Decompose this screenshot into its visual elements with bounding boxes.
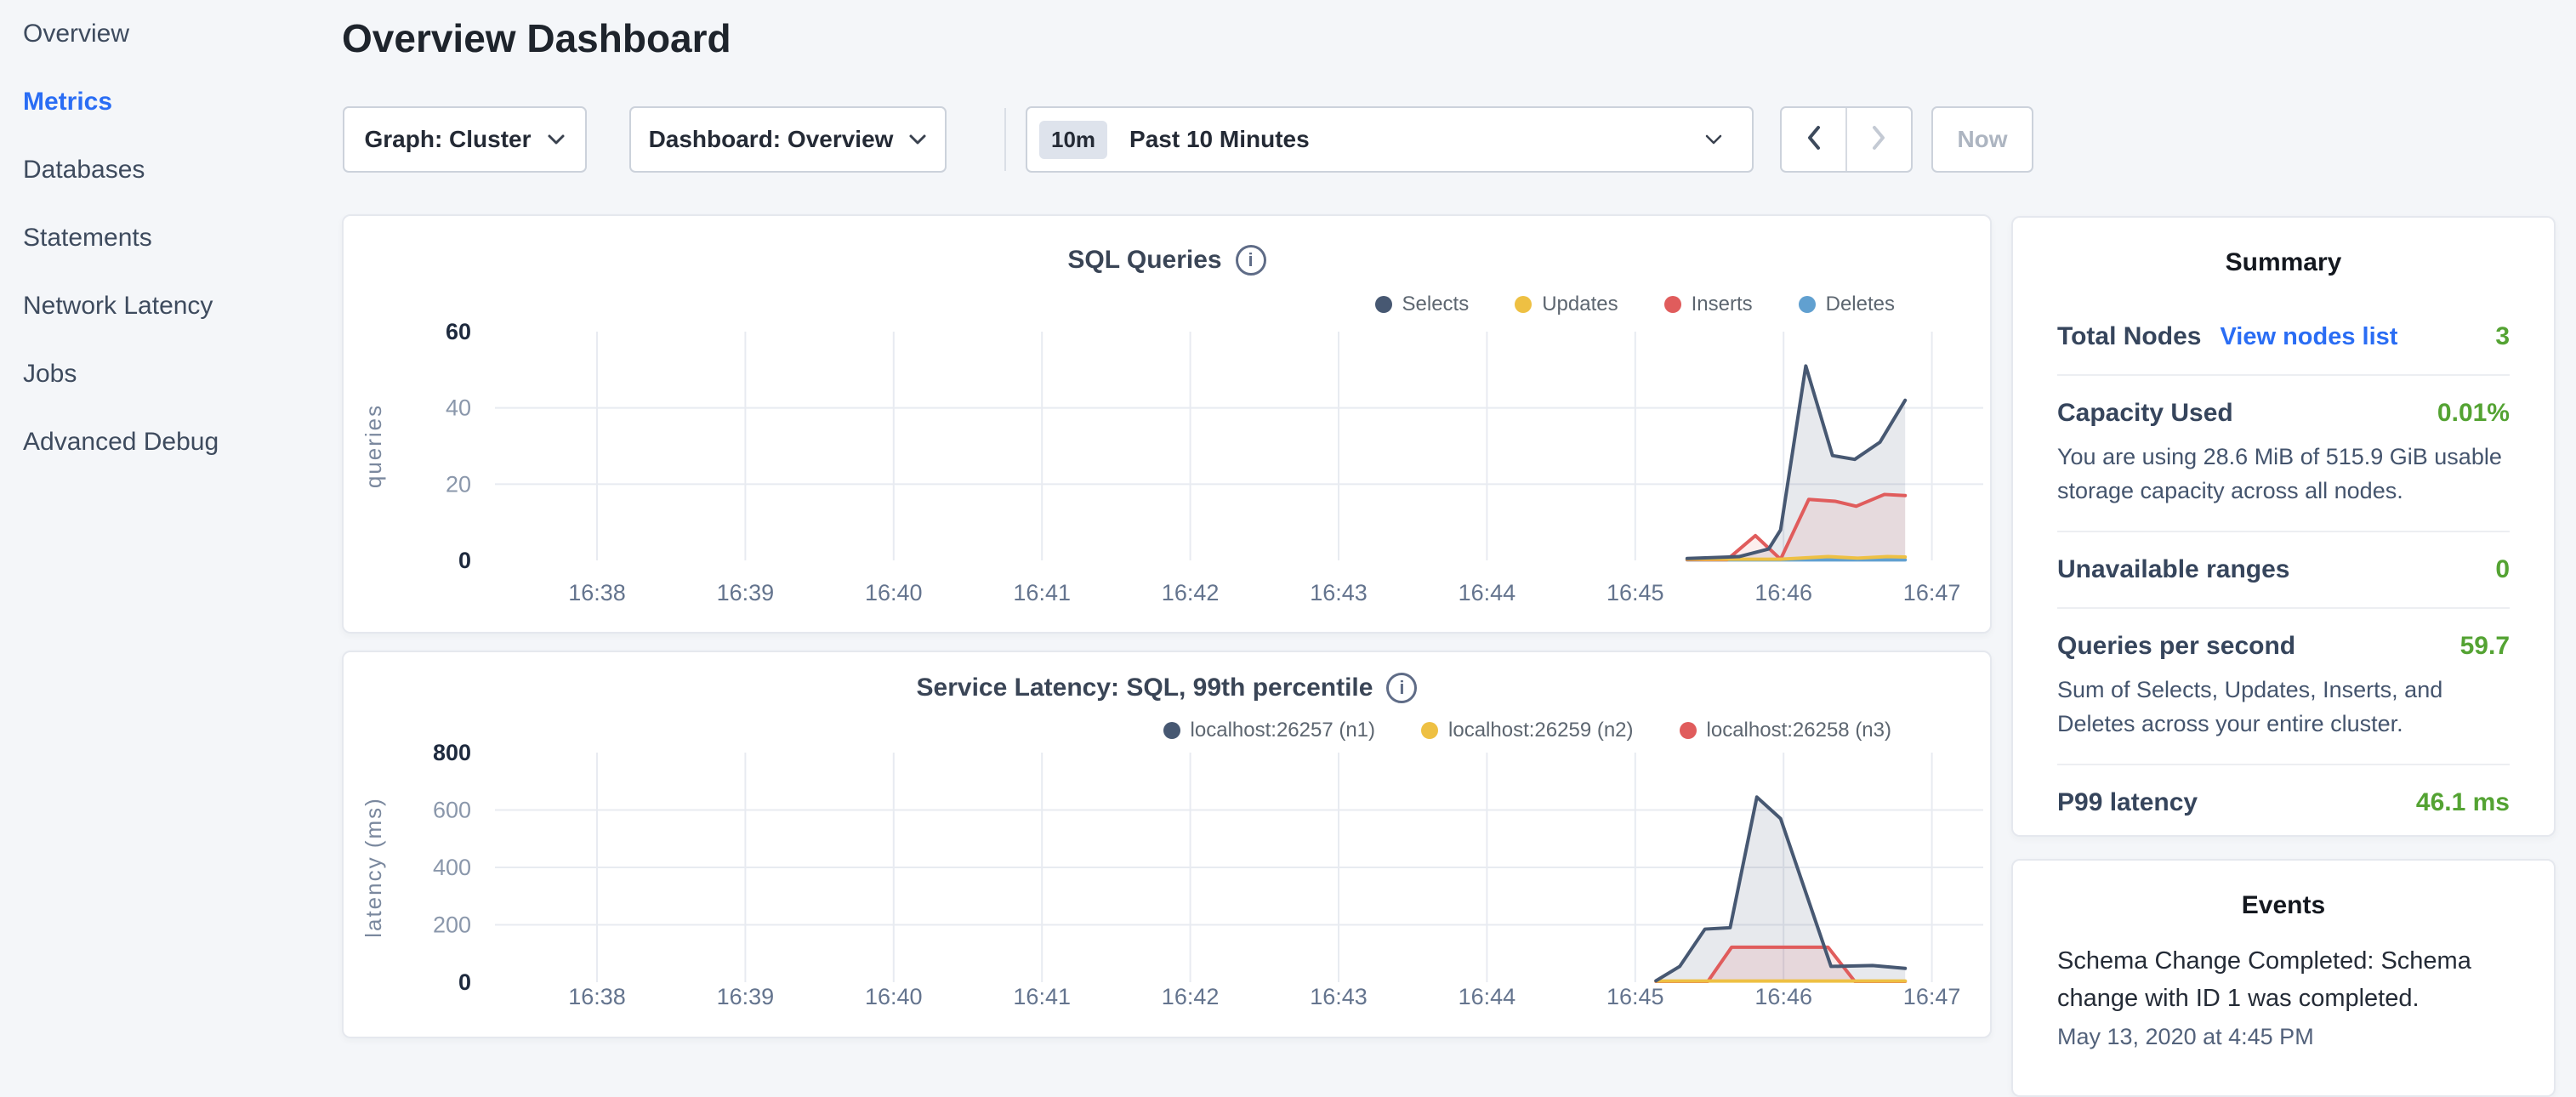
summary-row: Queries per second 59.7 Sum of Selects, Up… [2057, 607, 2510, 764]
time-step-back-button[interactable] [1782, 108, 1845, 171]
graph-dropdown-label: Graph: Cluster [364, 126, 531, 153]
x-tick-label: 16:39 [717, 580, 775, 605]
x-tick-label: 16:43 [1310, 984, 1368, 1009]
x-tick-label: 16:45 [1606, 984, 1664, 1009]
sidebar-item-advanced-debug[interactable]: Advanced Debug [0, 408, 340, 476]
chevron-down-icon [547, 134, 566, 145]
time-step-buttons [1780, 106, 1913, 173]
x-tick-label: 16:46 [1754, 580, 1812, 605]
summary-row-value: 0 [2495, 555, 2510, 584]
x-tick-label: 16:43 [1310, 580, 1368, 605]
y-tick-label: 600 [433, 798, 471, 823]
summary-row: Capacity Used 0.01% You are using 28.6 MiB… [2057, 374, 2510, 531]
y-tick-label: 200 [433, 912, 471, 938]
summary-row-value: 59.7 [2460, 632, 2510, 661]
y-tick-label: 60 [446, 319, 471, 344]
summary-row-description: You are using 28.6 MiB of 515.9 GiB usab… [2057, 440, 2510, 508]
sidebar-item-statements[interactable]: Statements [0, 204, 340, 272]
sidebar-item-overview[interactable]: Overview [0, 0, 340, 68]
sidebar: OverviewMetricsDatabasesStatementsNetwor… [0, 0, 340, 1051]
y-axis-label: queries [361, 404, 386, 488]
x-tick-label: 16:38 [568, 984, 626, 1009]
events-title: Events [2057, 891, 2510, 920]
summary-row-label: Queries per second [2057, 632, 2295, 661]
x-tick-label: 16:45 [1606, 580, 1664, 605]
x-tick-label: 16:39 [717, 984, 775, 1009]
summary-row: Total Nodes View nodes list 3 [2057, 299, 2510, 374]
sidebar-item-network-latency[interactable]: Network Latency [0, 272, 340, 340]
chevron-down-icon [1704, 134, 1723, 145]
event-timestamp: May 13, 2020 at 4:45 PM [2057, 1024, 2510, 1050]
dashboard-dropdown[interactable]: Dashboard: Overview [629, 106, 947, 173]
time-range-label: Past 10 Minutes [1129, 126, 1704, 153]
x-tick-label: 16:44 [1459, 984, 1516, 1009]
time-range-selector[interactable]: 10m Past 10 Minutes [1026, 106, 1754, 173]
page-title: Overview Dashboard [342, 15, 731, 61]
event-list-item[interactable]: Schema Change Completed: Schema change w… [2057, 942, 2510, 1050]
sql-queries-chart-card: SQL QueriesiSelectsUpdatesInsertsDeletes… [342, 214, 1992, 634]
view-nodes-list-link[interactable]: View nodes list [2220, 323, 2397, 351]
y-tick-label: 20 [446, 471, 471, 497]
chevron-left-icon [1806, 125, 1821, 155]
summary-row-value: 3 [2495, 322, 2510, 351]
x-tick-label: 16:40 [865, 984, 923, 1009]
x-tick-label: 16:40 [865, 580, 923, 605]
now-button[interactable]: Now [1931, 106, 2033, 173]
summary-panel: Summary Total Nodes View nodes list 3 Capac… [2011, 216, 2556, 837]
sidebar-item-jobs[interactable]: Jobs [0, 340, 340, 408]
x-tick-label: 16:42 [1162, 984, 1220, 1009]
y-tick-label: 400 [433, 855, 471, 880]
y-tick-label: 0 [458, 548, 471, 573]
time-range-badge: 10m [1039, 121, 1107, 159]
dashboard-dropdown-label: Dashboard: Overview [649, 126, 894, 153]
graph-dropdown[interactable]: Graph: Cluster [343, 106, 587, 173]
x-tick-label: 16:47 [1903, 580, 1961, 605]
service-latency-chart-card: Service Latency: SQL, 99th percentileilo… [342, 651, 1992, 1038]
y-tick-label: 40 [446, 395, 471, 421]
summary-title: Summary [2057, 248, 2510, 277]
x-tick-label: 16:42 [1162, 580, 1220, 605]
summary-row-label: Capacity Used [2057, 399, 2233, 428]
events-panel: Events Schema Change Completed: Schema c… [2011, 859, 2556, 1097]
toolbar-divider [1004, 108, 1006, 171]
summary-row: Unavailable ranges 0 [2057, 531, 2510, 607]
x-tick-label: 16:41 [1013, 984, 1071, 1009]
service-latency-sql-99th-percentile-plot[interactable]: 16:38 16:39 16:40 16:41 16:42 16:43 16:44 16:45… [344, 652, 1990, 1037]
x-tick-label: 16:44 [1459, 580, 1516, 605]
x-tick-label: 16:38 [568, 580, 626, 605]
y-tick-label: 800 [433, 740, 471, 765]
x-tick-label: 16:47 [1903, 984, 1961, 1009]
x-tick-label: 16:41 [1013, 580, 1071, 605]
event-message: Schema Change Completed: Schema change w… [2057, 942, 2510, 1017]
summary-row-label: Unavailable ranges [2057, 555, 2289, 584]
summary-row-label: P99 latency [2057, 788, 2198, 817]
y-axis-label: latency (ms) [361, 797, 386, 938]
summary-row-value: 0.01% [2437, 399, 2510, 428]
sidebar-item-databases[interactable]: Databases [0, 136, 340, 204]
summary-row: P99 latency 46.1 ms [2057, 764, 2510, 840]
sidebar-item-metrics[interactable]: Metrics [0, 68, 340, 136]
chevron-down-icon [908, 134, 927, 145]
now-button-label: Now [1957, 126, 2007, 153]
summary-row-description: Sum of Selects, Updates, Inserts, and De… [2057, 673, 2510, 741]
x-tick-label: 16:46 [1754, 984, 1812, 1009]
summary-row-value: 46.1 ms [2416, 788, 2510, 817]
summary-row-label: Total Nodes [2057, 322, 2201, 351]
sql-queries-plot[interactable]: 16:38 16:39 16:40 16:41 16:42 16:43 16:44 16:45… [344, 216, 1990, 632]
chevron-right-icon [1872, 125, 1886, 155]
y-tick-label: 0 [458, 969, 471, 995]
time-step-forward-button-disabled[interactable] [1847, 108, 1911, 171]
